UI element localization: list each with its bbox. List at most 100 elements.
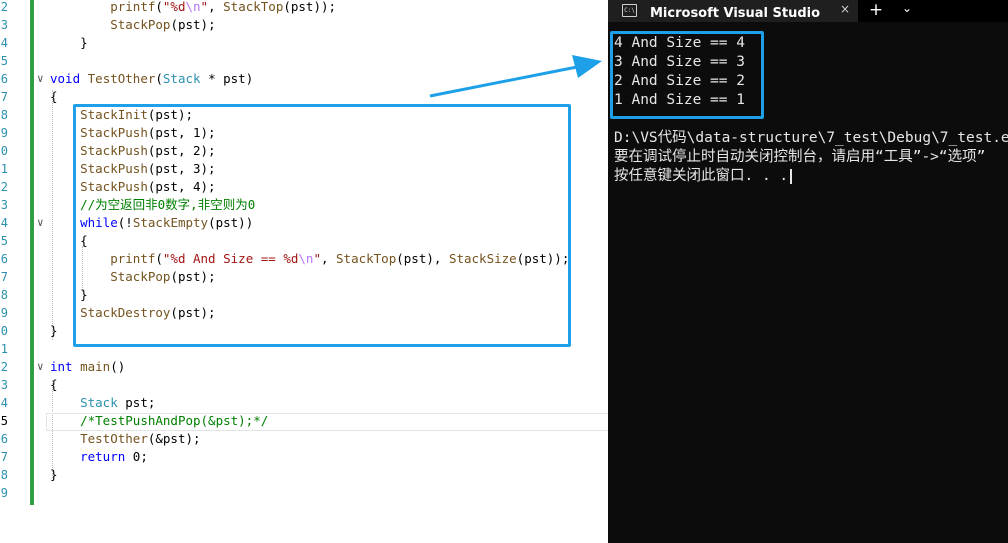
code-token: { xyxy=(50,89,58,104)
code-line[interactable]: 8} xyxy=(0,466,608,484)
highlight-box-output xyxy=(610,31,764,119)
line-number: 7 xyxy=(0,270,8,284)
code-text: Stack pst; xyxy=(50,394,155,412)
code-token: * pst) xyxy=(200,71,254,86)
code-token: /*TestPushAndPop(&pst);*/ xyxy=(80,413,269,428)
line-number: 5 xyxy=(0,234,8,248)
code-text: } xyxy=(50,466,58,484)
terminal-icon: C:\ xyxy=(622,4,637,17)
line-number: 6 xyxy=(0,72,8,86)
code-text: return 0; xyxy=(50,448,148,466)
code-token: (pst); xyxy=(170,17,216,32)
auto-close-hint-line: 要在调试停止时自动关闭控制台，请启用“工具”->“选项” xyxy=(614,149,986,165)
code-line[interactable]: 3 StackPop(pst); xyxy=(0,16,608,34)
code-token: int xyxy=(50,359,73,374)
line-number: 5 xyxy=(0,414,8,428)
text-cursor xyxy=(790,168,793,184)
console-tab[interactable]: C:\ Microsoft Visual Studio 调试控制台 × xyxy=(608,0,858,22)
code-text: { xyxy=(50,376,58,394)
line-number: 4 xyxy=(0,36,8,50)
line-number: 3 xyxy=(0,198,8,212)
code-line[interactable]: 5 /*TestPushAndPop(&pst);*/ xyxy=(0,412,608,430)
line-number: 0 xyxy=(0,144,8,158)
code-text: printf("%d\n", StackTop(pst)); xyxy=(50,0,336,16)
line-number: 9 xyxy=(0,486,8,500)
fold-chevron-icon[interactable]: ∨ xyxy=(37,358,44,376)
line-number: 9 xyxy=(0,306,8,320)
line-number: 7 xyxy=(0,90,8,104)
new-tab-button[interactable]: + xyxy=(866,0,886,20)
code-token: 0; xyxy=(125,449,148,464)
code-token: { xyxy=(50,377,58,392)
line-number: 8 xyxy=(0,468,8,482)
code-line[interactable]: 4 Stack pst; xyxy=(0,394,608,412)
code-line[interactable]: 4 } xyxy=(0,34,608,52)
code-token: StackPop xyxy=(110,17,171,32)
code-token: printf xyxy=(110,0,156,14)
code-line[interactable]: 9 xyxy=(0,484,608,502)
line-number: 1 xyxy=(0,342,8,356)
code-token: TestOther xyxy=(80,431,148,446)
press-key-text: 按任意键关闭此窗口. . . xyxy=(614,168,789,184)
line-number: 8 xyxy=(0,108,8,122)
code-text: { xyxy=(50,88,58,106)
line-number: 7 xyxy=(0,450,8,464)
code-line[interactable]: 6 ∨ void TestOther(Stack * pst) xyxy=(0,70,608,88)
code-token: Stack xyxy=(80,395,118,410)
code-token: TestOther xyxy=(87,71,156,86)
line-number: 4 xyxy=(0,216,8,230)
code-line[interactable]: 3{ xyxy=(0,376,608,394)
code-token: , xyxy=(208,0,224,14)
line-number: 6 xyxy=(0,252,8,266)
code-line[interactable]: 7 return 0; xyxy=(0,448,608,466)
code-line[interactable]: 2 ∨ int main() xyxy=(0,358,608,376)
code-text: int main() xyxy=(50,358,125,376)
code-token: \n xyxy=(185,0,201,14)
chevron-down-icon[interactable]: ⌄ xyxy=(898,1,916,15)
code-token: ( xyxy=(155,0,163,14)
exe-path-line: D:\VS代码\data-structure\7_test\Debug\7_te… xyxy=(614,130,1008,146)
code-text: void TestOther(Stack * pst) xyxy=(50,70,253,88)
code-token: "%d xyxy=(162,0,186,14)
tab-title: Microsoft Visual Studio 调试控制台 xyxy=(650,6,820,21)
code-token: (pst)); xyxy=(283,0,337,14)
code-text: /*TestPushAndPop(&pst);*/ xyxy=(50,412,268,430)
close-icon[interactable]: × xyxy=(840,2,850,16)
code-text: StackPop(pst); xyxy=(50,16,216,34)
line-number: 2 xyxy=(0,0,8,14)
line-number: 2 xyxy=(0,180,8,194)
line-number: 4 xyxy=(0,396,8,410)
code-line[interactable]: 5 xyxy=(0,52,608,70)
line-number: 9 xyxy=(0,126,8,140)
code-token: ( xyxy=(155,71,163,86)
line-number: 3 xyxy=(0,378,8,392)
code-token: } xyxy=(50,323,58,338)
line-number: 6 xyxy=(0,432,8,446)
code-token: return xyxy=(80,449,126,464)
code-token: main xyxy=(80,359,111,374)
line-number: 5 xyxy=(0,54,8,68)
code-line[interactable]: 2 printf("%d\n", StackTop(pst)); xyxy=(0,0,608,16)
code-token: } xyxy=(50,35,88,50)
line-number: 3 xyxy=(0,18,8,32)
code-token: } xyxy=(50,467,58,482)
code-line[interactable]: 6 TestOther(&pst); xyxy=(0,430,608,448)
debug-console-window[interactable]: C:\ Microsoft Visual Studio 调试控制台 × + ⌄ … xyxy=(608,0,1008,543)
code-token: StackTop xyxy=(223,0,284,14)
tab-bar: C:\ Microsoft Visual Studio 调试控制台 × + ⌄ xyxy=(608,0,1008,22)
code-editor[interactable]: 2 printf("%d\n", StackTop(pst)); 3 StackP… xyxy=(0,0,608,543)
code-text: } xyxy=(50,322,58,340)
line-number: 0 xyxy=(0,324,8,338)
code-text: TestOther(&pst); xyxy=(50,430,200,448)
code-token: " xyxy=(200,0,209,14)
code-token: void xyxy=(50,71,81,86)
code-token: Stack xyxy=(162,71,201,86)
fold-chevron-icon[interactable]: ∨ xyxy=(37,70,44,88)
fold-chevron-icon[interactable]: ∨ xyxy=(37,214,44,232)
